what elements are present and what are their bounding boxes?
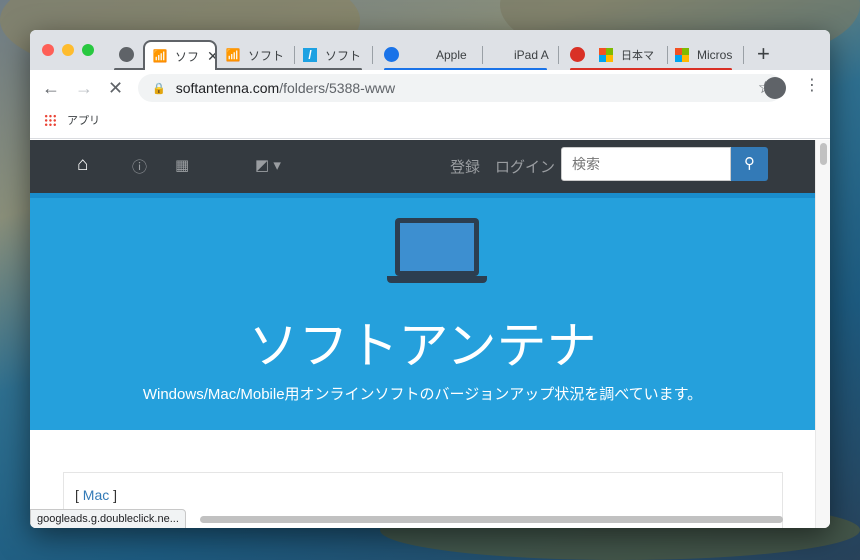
windows-icon[interactable]: ▦ xyxy=(175,156,189,174)
info-icon[interactable]: ⓘ xyxy=(132,156,147,177)
apple-icon xyxy=(492,48,506,62)
tab-separator xyxy=(294,46,295,64)
forward-button[interactable]: → xyxy=(75,79,93,97)
tab[interactable]: iPad A xyxy=(492,40,550,70)
status-bar: googleads.g.doubleclick.ne... xyxy=(30,509,186,528)
tab-label: 日本マ xyxy=(621,50,654,62)
apps-grid-icon xyxy=(44,113,57,127)
home-icon[interactable]: ⌂ xyxy=(77,154,88,176)
close-window-button[interactable] xyxy=(42,44,54,56)
url-domain: softantenna.com xyxy=(175,80,280,96)
hero-banner: ソフトアンテナ Windows/Mac/Mobile用オンラインソフトのバージョ… xyxy=(30,193,815,430)
scrollbar-thumb[interactable] xyxy=(820,143,827,165)
bracket: ] xyxy=(109,487,118,503)
tab-label: ソフ xyxy=(175,49,200,64)
apps-label: アプリ xyxy=(67,115,100,127)
search-input[interactable] xyxy=(561,147,731,181)
tab-group-red-dot[interactable] xyxy=(570,47,585,62)
softantenna-logo-icon: / xyxy=(303,48,317,62)
browser-window: 📶 ソフ ✕ 📶 ソフト / ソフト Apple iPad A 日本マ Micros… xyxy=(30,30,830,528)
tab[interactable]: / ソフト xyxy=(303,40,363,70)
tab[interactable]: Apple xyxy=(414,40,474,70)
vertical-scrollbar[interactable] xyxy=(815,140,830,528)
tab-active[interactable]: 📶 ソフ ✕ xyxy=(143,40,217,70)
tab-separator xyxy=(372,46,373,64)
tab[interactable]: 📶 ソフト xyxy=(226,40,288,70)
tab[interactable]: Micros xyxy=(675,40,735,70)
tab-label: Apple xyxy=(436,48,467,62)
close-tab-icon[interactable]: ✕ xyxy=(207,48,215,65)
tab-separator xyxy=(558,46,559,64)
site-navbar: ⌂ ⓘ ▦ ◩ ▾ 登録 ログイン ⚲ xyxy=(30,140,815,193)
address-bar[interactable]: 🔒 softantenna.com/folders/5388-www ☆ xyxy=(138,74,783,102)
tab-group-gray-dot[interactable] xyxy=(119,47,134,62)
tab-group-blue-dot[interactable] xyxy=(384,47,399,62)
tab-label: Micros xyxy=(697,48,733,62)
search-button[interactable]: ⚲ xyxy=(731,147,768,181)
microsoft-icon xyxy=(675,48,689,62)
tab-separator xyxy=(667,46,668,64)
profile-avatar-icon[interactable] xyxy=(764,77,786,99)
tab-strip: 📶 ソフ ✕ 📶 ソフト / ソフト Apple iPad A 日本マ Micros… xyxy=(30,30,830,71)
tab-separator xyxy=(482,46,483,64)
maximize-window-button[interactable] xyxy=(82,44,94,56)
tab-label: ソフト xyxy=(248,48,285,63)
laptop-logo-icon xyxy=(395,218,479,276)
site-title: ソフトアンテナ xyxy=(248,318,597,374)
new-tab-button[interactable]: + xyxy=(757,41,770,67)
tab-separator xyxy=(743,46,744,64)
tab[interactable]: 日本マ xyxy=(599,40,659,70)
laptop-base xyxy=(387,276,487,283)
site-subtitle: Windows/Mac/Mobile用オンラインソフトのバージョンアップ状況を調… xyxy=(142,386,703,403)
microsoft-icon xyxy=(599,48,613,62)
antenna-icon: 📶 xyxy=(152,49,168,63)
horizontal-scrollbar[interactable] xyxy=(200,516,783,523)
login-link[interactable]: ログイン xyxy=(495,156,555,177)
lock-icon: 🔒 xyxy=(152,82,166,95)
url-path: /folders/5388-www xyxy=(279,80,396,96)
tab-label: ソフト xyxy=(325,48,362,63)
bookmarks-bar: アプリ xyxy=(30,106,830,139)
mac-category-link[interactable]: Mac xyxy=(83,487,109,503)
minimize-window-button[interactable] xyxy=(62,44,74,56)
stop-loading-button[interactable]: ✕ xyxy=(108,79,123,97)
antenna-icon: 📶 xyxy=(226,48,241,62)
bracket: [ xyxy=(75,487,83,503)
tab-label: iPad A xyxy=(514,48,549,62)
menu-kebab-icon[interactable]: ⋮ xyxy=(804,78,820,94)
apps-shortcut[interactable]: アプリ xyxy=(44,112,100,128)
toolbar: ← → ✕ 🔒 softantenna.com/folders/5388-www… xyxy=(30,70,830,106)
register-link[interactable]: 登録 xyxy=(450,156,480,177)
mobile-dropdown-icon[interactable]: ◩ ▾ xyxy=(255,156,281,174)
apple-icon xyxy=(414,48,428,62)
web-page: ⌂ ⓘ ▦ ◩ ▾ 登録 ログイン ⚲ ソフトアンテナ Windows/Mac/… xyxy=(30,140,815,528)
back-button[interactable]: ← xyxy=(42,79,60,97)
